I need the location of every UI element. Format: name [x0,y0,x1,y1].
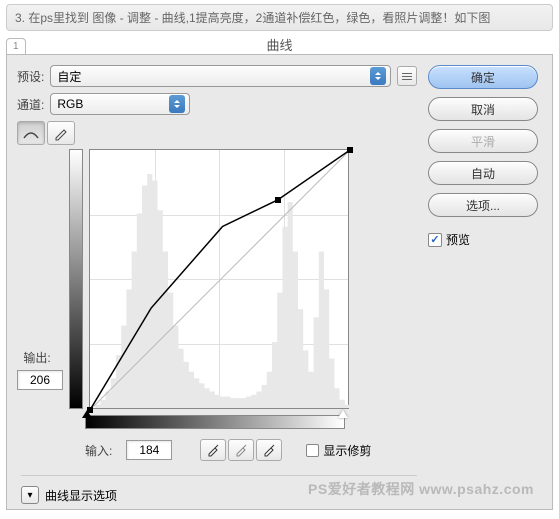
curve-pencil-tool[interactable] [47,121,75,145]
show-clipping-row: 显示修剪 [306,442,371,459]
preset-menu-icon[interactable] [397,66,417,86]
eyedropper-group [200,439,282,461]
channel-row: 通道: RGB [17,93,417,115]
eyedropper-icon [262,443,276,457]
dropdown-arrows-icon [370,67,386,85]
curve-icon [22,126,40,140]
curve-line [90,150,350,410]
smooth-button[interactable]: 平滑 [428,129,538,153]
preset-row: 预设: 自定 [17,65,417,87]
output-block: 输出: [17,149,63,390]
tab-bar: 1 曲线 [6,35,553,55]
button-column: 确定 取消 平滑 自动 选项... 预览 [428,65,538,248]
preview-row: 预览 [428,231,538,248]
curve-point-tool[interactable] [17,121,45,145]
gray-eyedropper[interactable] [228,439,254,461]
show-clipping-label: 显示修剪 [323,442,371,459]
ok-button[interactable]: 确定 [428,65,538,89]
channel-select[interactable]: RGB [50,93,190,115]
dialog-title: 曲线 [266,35,292,54]
cancel-button[interactable]: 取消 [428,97,538,121]
white-eyedropper[interactable] [256,439,282,461]
instruction-bar: 3. 在ps里找到 图像 - 调整 - 曲线,1提高亮度，2通道补偿红色，绿色，… [6,4,553,31]
output-label: 输出: [23,349,50,366]
preset-select[interactable]: 自定 [50,65,391,87]
channel-value: RGB [57,97,83,111]
eyedropper-icon [234,443,248,457]
black-point-slider[interactable] [82,410,92,418]
curves-dialog: 预设: 自定 通道: RGB 输出: [6,55,553,510]
dropdown-arrows-icon [169,95,185,113]
input-label: 输入: [85,442,112,459]
tab-corner[interactable]: 1 [6,38,26,54]
curve-control-point[interactable] [347,147,353,153]
channel-label: 通道: [17,96,44,113]
disclosure-label: 曲线显示选项 [45,487,117,504]
black-eyedropper[interactable] [200,439,226,461]
input-field[interactable] [126,440,172,460]
options-button[interactable]: 选项... [428,193,538,217]
instruction-text: 3. 在ps里找到 图像 - 调整 - 曲线,1提高亮度，2通道补偿红色，绿色，… [15,11,490,25]
input-gradient-row [85,415,417,429]
white-point-slider[interactable] [338,410,348,418]
output-field[interactable] [17,370,63,390]
preset-value: 自定 [57,68,81,85]
chevron-down-icon: ▾ [21,486,39,504]
curve-control-point[interactable] [275,197,281,203]
input-row: 输入: 显示修剪 [85,439,417,461]
show-clipping-checkbox[interactable] [306,444,319,457]
auto-button[interactable]: 自动 [428,161,538,185]
preview-label: 预览 [446,231,470,248]
preset-label: 预设: [17,68,44,85]
input-gradient[interactable] [85,415,345,429]
output-gradient [69,149,83,409]
pencil-icon [53,125,69,141]
eyedropper-icon [206,443,220,457]
watermark: PS爱好者教程网 www.psahz.com [308,479,534,499]
curve-tool-buttons [17,121,417,145]
preview-checkbox[interactable] [428,233,442,247]
curve-area: 输出: [17,149,417,409]
curve-graph[interactable] [89,149,349,409]
